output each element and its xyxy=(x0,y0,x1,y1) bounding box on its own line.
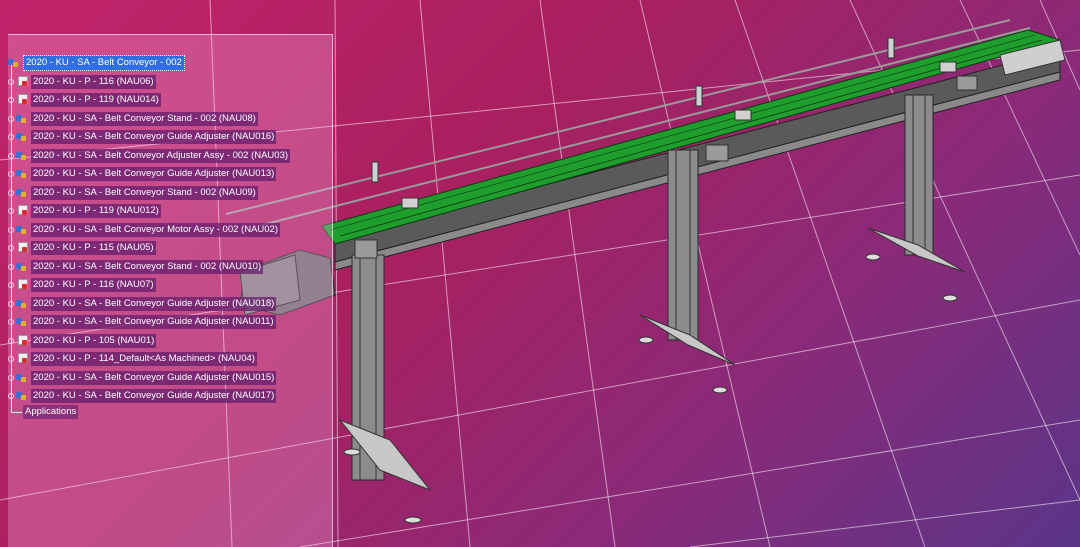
expand-toggle-icon[interactable] xyxy=(8,319,14,325)
tree-node-label[interactable]: 2020 - KU - SA - Belt Conveyor Guide Adj… xyxy=(31,315,276,329)
part-icon xyxy=(16,279,28,291)
tree-node[interactable]: 2020 - KU - SA - Belt Conveyor Adjuster … xyxy=(8,148,291,163)
tree-node[interactable]: 2020 - KU - P - 115 (NAU05) xyxy=(8,241,156,255)
part-icon xyxy=(16,242,28,254)
tree-node-label[interactable]: 2020 - KU - SA - Belt Conveyor Motor Ass… xyxy=(31,222,280,237)
tree-node-label[interactable]: 2020 - KU - P - 119 (NAU014) xyxy=(31,93,161,107)
tree-node-label[interactable]: 2020 - KU - SA - Belt Conveyor Guide Adj… xyxy=(31,389,277,403)
expand-toggle-icon[interactable] xyxy=(8,263,14,270)
tree-node[interactable]: 2020 - KU - SA - Belt Conveyor Motor Ass… xyxy=(8,222,280,237)
assembly-icon xyxy=(16,372,28,384)
tree-node[interactable]: 2020 - KU - SA - Belt Conveyor Stand - 0… xyxy=(8,111,258,126)
tree-applications-node[interactable]: Applications xyxy=(8,403,79,419)
assembly-icon xyxy=(16,298,28,310)
tree-node[interactable]: 2020 - KU - SA - Belt Conveyor Guide Adj… xyxy=(8,389,277,403)
expand-toggle-icon[interactable] xyxy=(8,282,14,288)
assembly-icon xyxy=(8,57,20,69)
tree-node-label[interactable]: 2020 - KU - P - 114_Default<As Machined>… xyxy=(31,352,257,366)
tree-branch-connector xyxy=(11,403,22,413)
tree-node[interactable]: 2020 - KU - SA - Belt Conveyor Stand - 0… xyxy=(8,185,258,200)
expand-toggle-icon[interactable] xyxy=(8,152,14,159)
expand-toggle-icon[interactable] xyxy=(8,300,14,307)
assembly-icon xyxy=(16,316,28,328)
applications-label[interactable]: Applications xyxy=(23,405,79,419)
assembly-icon xyxy=(16,113,28,125)
expand-toggle-icon[interactable] xyxy=(8,208,14,214)
assembly-icon xyxy=(16,131,28,143)
tree-node[interactable]: 2020 - KU - P - 105 (NAU01) xyxy=(8,333,157,348)
part-icon xyxy=(16,353,28,365)
tree-node-label[interactable]: 2020 - KU - SA - Belt Conveyor Guide Adj… xyxy=(31,370,277,385)
stand-left xyxy=(338,254,432,524)
part-icon xyxy=(16,334,28,347)
tree-node-label[interactable]: 2020 - KU - P - 119 (NAU012) xyxy=(31,204,161,218)
tree-node-label[interactable]: 2020 - KU - SA - Belt Conveyor Stand - 0… xyxy=(31,259,264,274)
tree-node-label[interactable]: 2020 - KU - P - 105 (NAU01) xyxy=(31,333,157,348)
tree-node[interactable]: 2020 - KU - P - 119 (NAU012) xyxy=(8,204,161,218)
tree-node[interactable]: 2020 - KU - SA - Belt Conveyor Guide Adj… xyxy=(8,167,277,181)
tree-node-label[interactable]: 2020 - KU - SA - Belt Conveyor Stand - 0… xyxy=(31,185,258,200)
expand-toggle-icon[interactable] xyxy=(8,134,14,140)
tree-node[interactable]: 2020 - KU - SA - Belt Conveyor Guide Adj… xyxy=(8,315,276,329)
tree-node[interactable]: 2020 - KU - P - 119 (NAU014) xyxy=(8,93,161,107)
assembly-icon xyxy=(16,150,28,162)
expand-toggle-icon[interactable] xyxy=(8,115,14,122)
tree-node[interactable]: 2020 - KU - P - 116 (NAU06) xyxy=(8,74,156,89)
tree-node-label[interactable]: 2020 - KU - SA - Belt Conveyor Guide Adj… xyxy=(31,130,277,144)
expand-toggle-icon[interactable] xyxy=(8,226,14,233)
tree-node[interactable]: 2020 - KU - P - 116 (NAU07) xyxy=(8,278,156,292)
tree-node-label[interactable]: 2020 - KU - SA - Belt Conveyor Guide Adj… xyxy=(31,167,277,181)
expand-toggle-icon[interactable] xyxy=(8,78,14,85)
tree-node[interactable]: 2020 - KU - P - 114_Default<As Machined>… xyxy=(8,352,257,366)
tree-node-label[interactable]: 2020 - KU - SA - Belt Conveyor Stand - 0… xyxy=(31,111,258,126)
expand-toggle-icon[interactable] xyxy=(8,97,14,103)
part-icon xyxy=(16,94,28,106)
tree-root-node[interactable]: 2020 - KU - SA - Belt Conveyor - 002 xyxy=(8,55,185,71)
tree-root-label[interactable]: 2020 - KU - SA - Belt Conveyor - 002 xyxy=(23,55,185,71)
tree-node[interactable]: 2020 - KU - SA - Belt Conveyor Guide Adj… xyxy=(8,130,277,144)
tree-node-label[interactable]: 2020 - KU - SA - Belt Conveyor Guide Adj… xyxy=(31,296,277,311)
expand-toggle-icon[interactable] xyxy=(8,356,14,362)
assembly-icon xyxy=(16,224,28,236)
tree-node-label[interactable]: 2020 - KU - P - 116 (NAU07) xyxy=(31,278,156,292)
expand-toggle-icon[interactable] xyxy=(8,374,14,381)
expand-toggle-icon[interactable] xyxy=(8,393,14,399)
tree-node[interactable]: 2020 - KU - SA - Belt Conveyor Guide Adj… xyxy=(8,296,277,311)
tree-node-label[interactable]: 2020 - KU - P - 115 (NAU05) xyxy=(31,241,156,255)
assembly-icon xyxy=(16,187,28,199)
tree-node-label[interactable]: 2020 - KU - SA - Belt Conveyor Adjuster … xyxy=(31,148,291,163)
expand-toggle-icon[interactable] xyxy=(8,171,14,177)
assembly-icon xyxy=(16,390,28,402)
expand-toggle-icon[interactable] xyxy=(8,189,14,196)
conveyor-model xyxy=(225,19,1066,524)
assembly-icon xyxy=(16,261,28,273)
expand-toggle-icon[interactable] xyxy=(8,245,14,251)
part-icon xyxy=(16,75,28,88)
tree-node[interactable]: 2020 - KU - SA - Belt Conveyor Guide Adj… xyxy=(8,370,277,385)
tree-node[interactable]: 2020 - KU - SA - Belt Conveyor Stand - 0… xyxy=(8,259,264,274)
tree-node-label[interactable]: 2020 - KU - P - 116 (NAU06) xyxy=(31,74,156,89)
assembly-icon xyxy=(16,168,28,180)
part-icon xyxy=(16,205,28,217)
expand-toggle-icon[interactable] xyxy=(8,337,14,344)
